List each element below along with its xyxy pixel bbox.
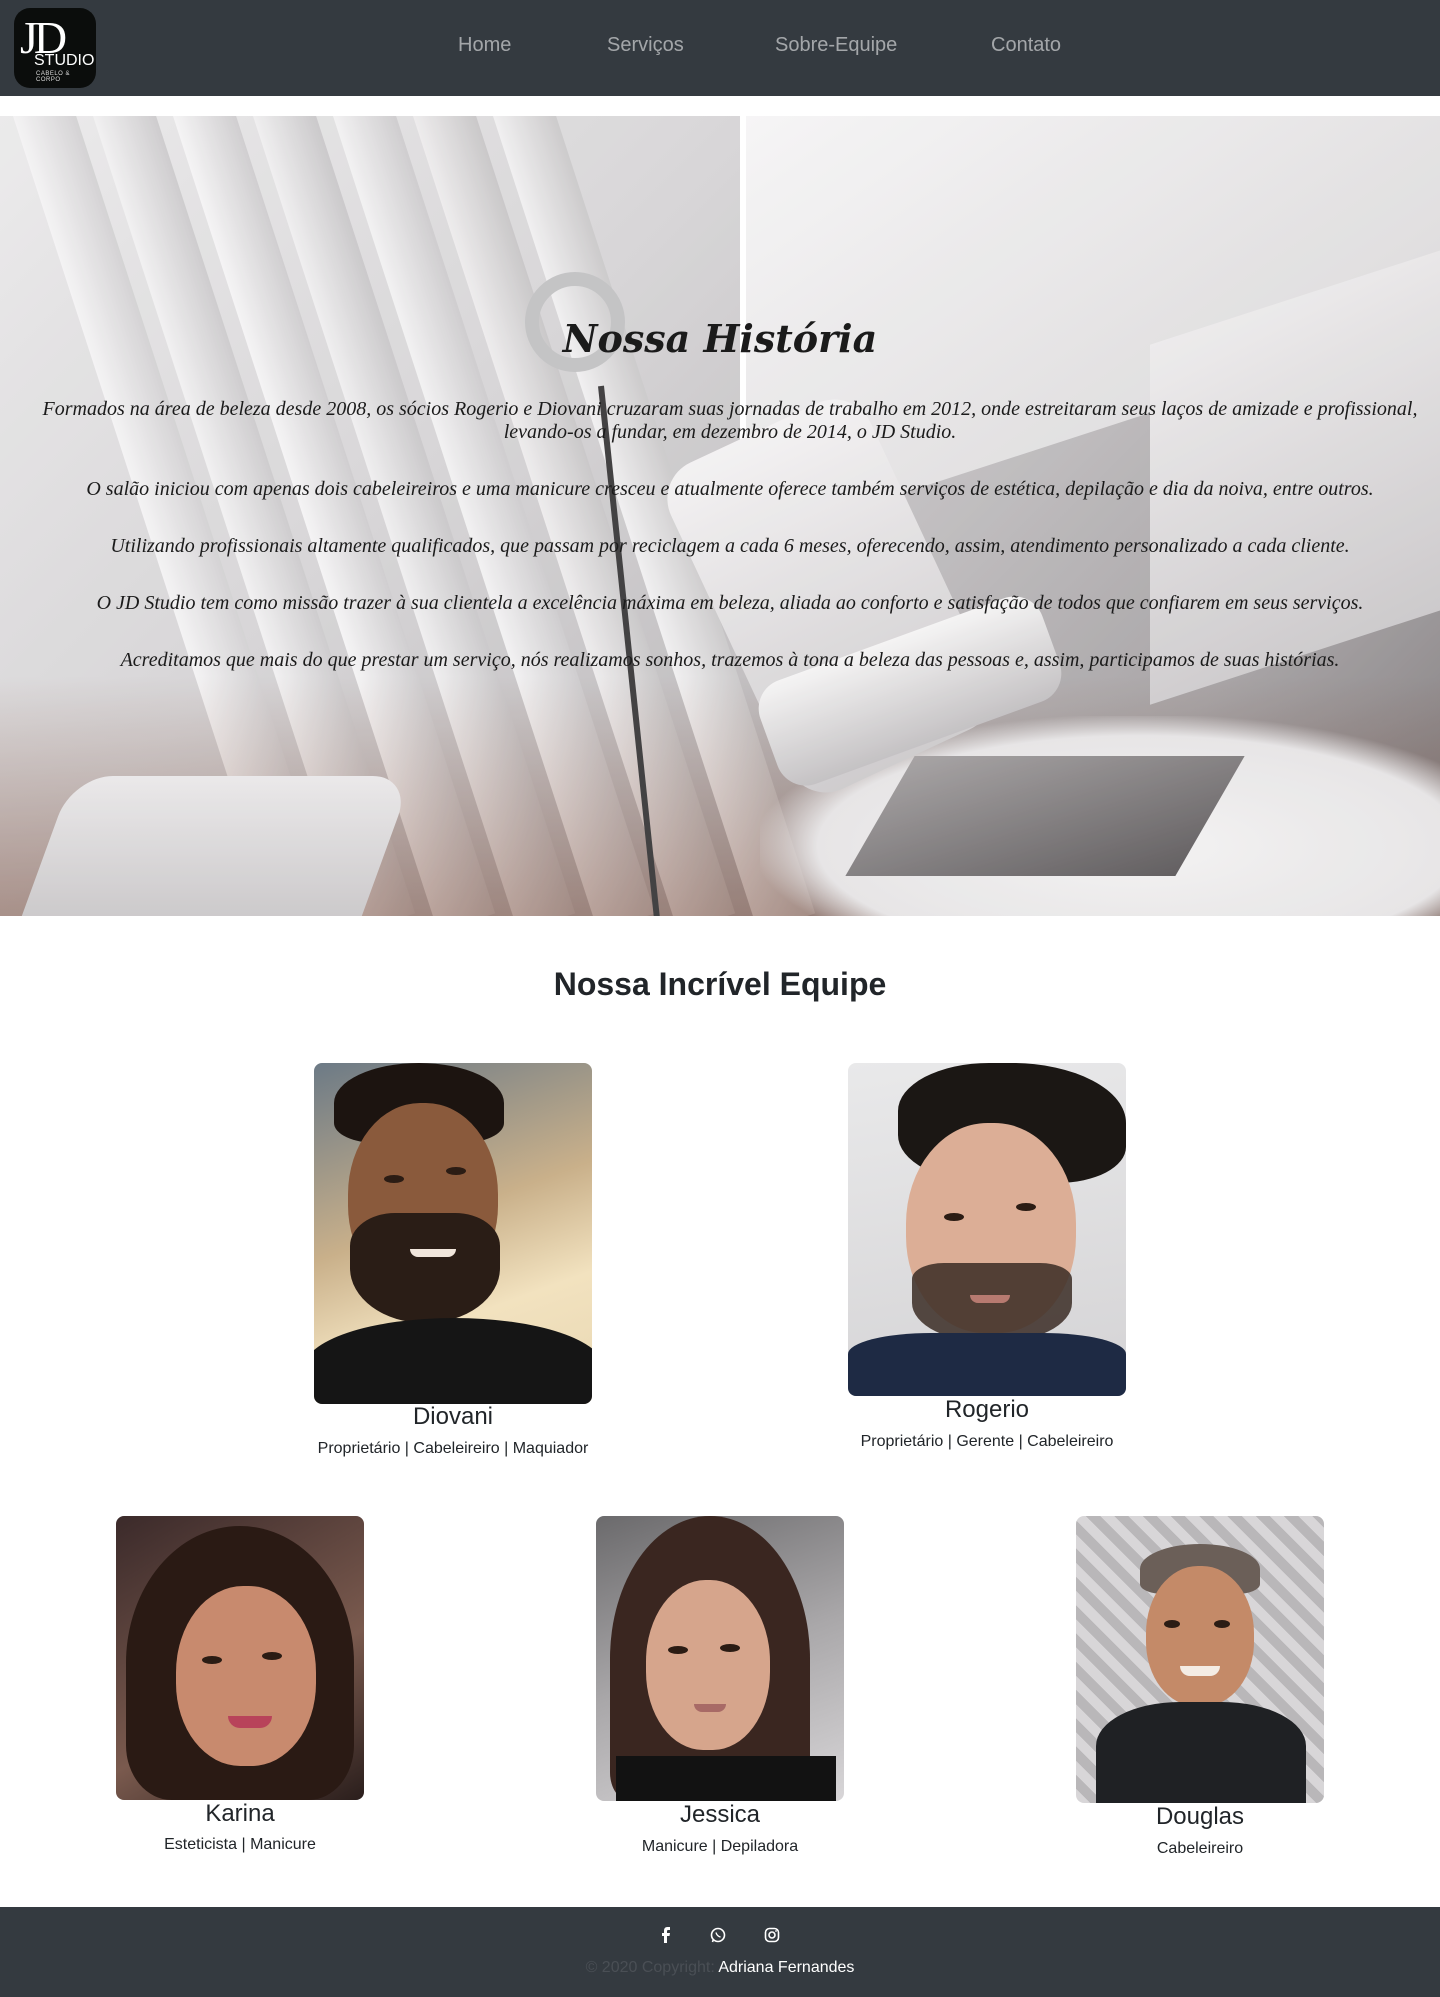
history-paragraph: O JD Studio tem como missão trazer à sua… [96, 592, 1364, 614]
nav-home[interactable]: Home [458, 34, 511, 57]
team-member-jessica: Jessica Manicure | Depiladora [580, 1516, 860, 1866]
member-name: Rogerio [944, 1396, 1030, 1423]
nav-links: Home Serviços Sobre-Equipe Contato [0, 34, 1440, 64]
history-section: Nossa História Formados na área de belez… [0, 116, 1440, 916]
member-role: Cabeleireiro [1156, 1840, 1244, 1857]
team-member-karina: Karina Esteticista | Manicure [100, 1516, 380, 1866]
member-role: Proprietário | Gerente | Cabeleireiro [860, 1433, 1114, 1450]
navbar: JD STUDIO CABELO & CORPO Home Serviços S… [0, 0, 1440, 96]
team-member-diovani: Diovani Proprietário | Cabeleireiro | Ma… [300, 1063, 606, 1463]
nav-contato[interactable]: Contato [991, 34, 1061, 57]
history-paragraph: Utilizando profissionais altamente quali… [110, 535, 1350, 557]
history-title: Nossa História [562, 316, 878, 361]
footer: © 2020 Copyright: Adriana Fernandes [0, 1907, 1440, 1997]
member-name: Douglas [1155, 1803, 1245, 1830]
copyright-author-link[interactable]: Adriana Fernandes [718, 1959, 854, 1976]
member-role: Proprietário | Cabeleireiro | Maquiador [317, 1440, 589, 1457]
history-paragraph: Formados na área de beleza desde 2008, o… [42, 398, 1418, 443]
member-photo [1076, 1516, 1324, 1803]
whatsapp-icon[interactable] [706, 1923, 730, 1947]
member-photo [596, 1516, 844, 1801]
nav-servicos[interactable]: Serviços [607, 34, 684, 57]
facebook-icon[interactable] [654, 1923, 678, 1947]
history-paragraph: Acreditamos que mais do que prestar um s… [120, 649, 1340, 671]
copyright-prefix: © 2020 Copyright: [585, 1959, 715, 1976]
copyright: © 2020 Copyright: Adriana Fernandes [0, 1959, 1440, 1977]
member-name: Karina [205, 1800, 275, 1827]
member-role: Esteticista | Manicure [164, 1836, 316, 1853]
logo-subtitle: CABELO & CORPO [36, 71, 71, 83]
member-name: Jessica [679, 1801, 761, 1828]
member-name: Diovani [412, 1403, 494, 1430]
nav-sobre-equipe[interactable]: Sobre-Equipe [775, 34, 897, 57]
member-role: Manicure | Depiladora [641, 1838, 799, 1855]
instagram-icon[interactable] [760, 1923, 784, 1947]
member-photo [848, 1063, 1126, 1396]
team-member-rogerio: Rogerio Proprietário | Gerente | Cabelei… [836, 1063, 1138, 1463]
history-paragraph: O salão iniciou com apenas dois cabeleir… [86, 478, 1374, 500]
member-photo [314, 1063, 592, 1404]
team-title: Nossa Incrível Equipe [553, 966, 887, 1002]
member-photo [116, 1516, 364, 1800]
team-member-douglas: Douglas Cabeleireiro [1060, 1516, 1340, 1866]
